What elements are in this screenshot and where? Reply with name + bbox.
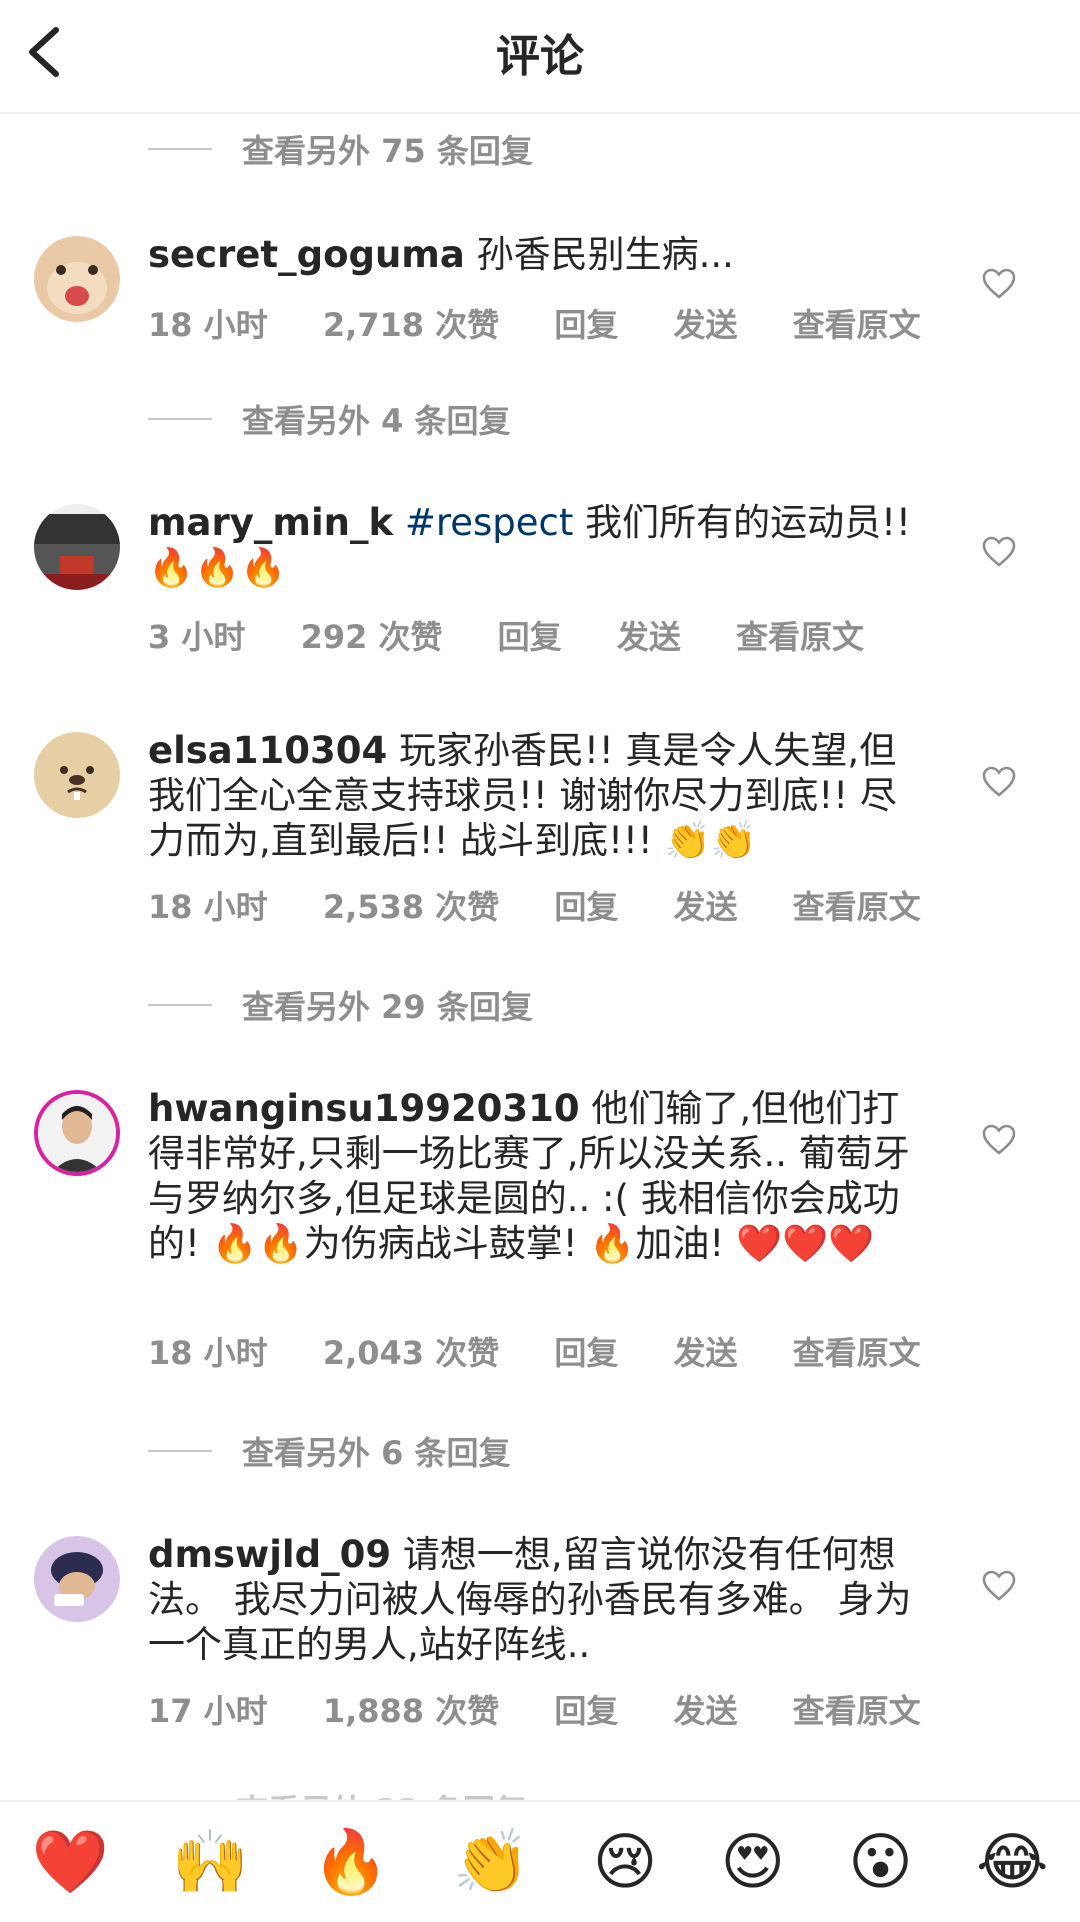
comment-username[interactable]: secret_goguma [148, 233, 465, 276]
divider-line [148, 148, 212, 150]
view-more-replies-label: 查看另外 4 条回复 [242, 402, 511, 440]
tears-of-joy-emoji[interactable]: 😂 [976, 1831, 1048, 1893]
heart-outline-icon[interactable] [982, 766, 1016, 798]
divider-line [148, 1450, 212, 1452]
avatar[interactable] [34, 732, 120, 818]
avatar[interactable] [34, 236, 120, 322]
comment-likes[interactable]: 2,718 次赞 [323, 306, 499, 344]
comment-likes[interactable]: 292 次赞 [301, 618, 443, 656]
view-more-replies-label: 查看另外 75 条回复 [242, 132, 533, 170]
comment-likes[interactable]: 2,043 次赞 [323, 1334, 499, 1372]
see-translation-button[interactable]: 查看原文 [736, 618, 864, 656]
see-translation-button[interactable]: 查看原文 [793, 888, 921, 926]
heart-outline-icon[interactable] [982, 268, 1016, 300]
divider-line [148, 418, 212, 420]
send-button[interactable]: 发送 [617, 618, 681, 656]
send-button[interactable]: 发送 [674, 306, 738, 344]
comment-username[interactable]: mary_min_k [148, 501, 393, 544]
see-translation-button[interactable]: 查看原文 [793, 1692, 921, 1730]
fire-emoji[interactable]: 🔥 [312, 1831, 389, 1893]
top-bar: 评论 [0, 0, 1080, 114]
clapping-hands-emoji[interactable]: 👏 [452, 1831, 529, 1893]
reply-button[interactable]: 回复 [498, 618, 562, 656]
reply-button[interactable]: 回复 [554, 306, 618, 344]
comment-meta: 18 小时 2,718 次赞 回复 发送 查看原文 [148, 300, 965, 346]
heart-outline-icon[interactable] [982, 1570, 1016, 1602]
comment-time: 3 小时 [148, 618, 246, 656]
heart-outline-icon[interactable] [982, 536, 1016, 568]
comment-content: 孙香民别生病... [464, 233, 734, 276]
comment-time: 17 小时 [148, 1692, 268, 1730]
comment-likes[interactable]: 1,888 次赞 [323, 1692, 499, 1730]
comment-meta: 18 小时 2,043 次赞 回复 发送 查看原文 [148, 1328, 965, 1374]
page-title: 评论 [496, 31, 584, 82]
see-translation-button[interactable]: 查看原文 [793, 1334, 921, 1372]
comment-text: elsa110304 玩家孙香民!! 真是令人失望,但我们全心全意支持球员!! … [148, 728, 928, 863]
emoji-reaction-bar: ❤️ 🙌 🔥 👏 😢 😍 😮 😂 [0, 1800, 1080, 1922]
raising-hands-emoji[interactable]: 🙌 [172, 1831, 249, 1893]
hashtag-link[interactable]: #respect [393, 501, 574, 544]
comment-likes[interactable]: 2,538 次赞 [323, 888, 499, 926]
avatar[interactable] [34, 504, 120, 590]
send-button[interactable]: 发送 [674, 1334, 738, 1372]
comment-username[interactable]: hwanginsu19920310 [148, 1087, 580, 1130]
view-more-replies[interactable]: 查看另外 29 条回复 [148, 980, 533, 1030]
comment-text: mary_min_k #respect 我们所有的运动员!! 🔥🔥🔥 [148, 500, 928, 590]
comment-username[interactable]: dmswjld_09 [148, 1533, 391, 1576]
reply-button[interactable]: 回复 [554, 888, 618, 926]
view-more-replies[interactable]: 查看另外 6 条回复 [148, 1426, 511, 1476]
view-more-replies-label: 查看另外 29 条回复 [242, 988, 533, 1026]
comment-time: 18 小时 [148, 1334, 268, 1372]
avatar-with-story-ring[interactable] [34, 1090, 120, 1176]
comment-time: 18 小时 [148, 306, 268, 344]
comment-meta: 18 小时 2,538 次赞 回复 发送 查看原文 [148, 882, 965, 928]
reply-button[interactable]: 回复 [554, 1334, 618, 1372]
divider-line [148, 1004, 212, 1006]
heart-eyes-emoji[interactable]: 😍 [720, 1831, 785, 1893]
comment-meta: 3 小时 292 次赞 回复 发送 查看原文 [148, 612, 908, 658]
view-more-replies-label: 查看另外 6 条回复 [242, 1434, 511, 1472]
avatar[interactable] [34, 1536, 120, 1622]
comment-text: hwanginsu19920310 他们输了,但他们打得非常好,只剩一场比赛了,… [148, 1086, 928, 1266]
send-button[interactable]: 发送 [674, 1692, 738, 1730]
send-button[interactable]: 发送 [674, 888, 738, 926]
crying-face-emoji[interactable]: 😢 [593, 1831, 658, 1893]
red-heart-emoji[interactable]: ❤️ [32, 1831, 109, 1893]
heart-outline-icon[interactable] [982, 1124, 1016, 1156]
comment-text: dmswjld_09 请想一想,留言说你没有任何想法。 我尽力问被人侮辱的孙香民… [148, 1532, 928, 1667]
reply-button[interactable]: 回复 [554, 1692, 618, 1730]
comment-meta: 17 小时 1,888 次赞 回复 发送 查看原文 [148, 1686, 965, 1732]
comment-username[interactable]: elsa110304 [148, 729, 387, 772]
see-translation-button[interactable]: 查看原文 [793, 306, 921, 344]
comment-text: secret_goguma 孙香民别生病... [148, 232, 928, 277]
view-more-replies[interactable]: 查看另外 75 条回复 [148, 124, 533, 174]
comment-time: 18 小时 [148, 888, 268, 926]
surprised-face-emoji[interactable]: 😮 [848, 1831, 913, 1893]
view-more-replies[interactable]: 查看另外 4 条回复 [148, 394, 511, 444]
